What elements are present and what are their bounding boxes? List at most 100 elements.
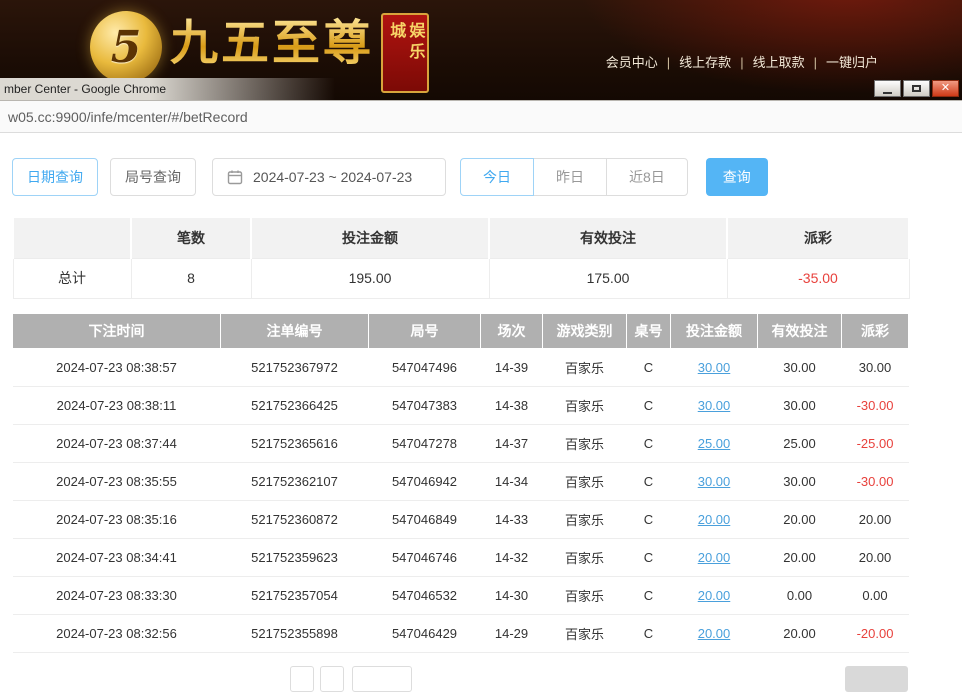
bet-time-cell: 2024-07-23 08:35:16 — [13, 500, 221, 538]
maximize-button[interactable] — [903, 80, 930, 97]
table-number-cell: C — [627, 386, 671, 424]
bet-amount-cell[interactable]: 20.00 — [671, 538, 758, 576]
search-button[interactable]: 查询 — [706, 158, 768, 196]
records-header-row: 下注时间 注单编号 局号 场次 游戏类别 桌号 投注金额 有效投注 派彩 — [13, 313, 909, 348]
valid-bet-cell: 30.00 — [758, 386, 842, 424]
summary-count-value: 8 — [131, 258, 251, 298]
table-number-cell: C — [627, 424, 671, 462]
minimize-icon — [883, 92, 892, 94]
date-range-value: 2024-07-23 ~ 2024-07-23 — [253, 169, 412, 185]
order-number-cell: 521752366425 — [221, 386, 369, 424]
summary-bet-amount-value: 195.00 — [251, 258, 489, 298]
minimize-button[interactable] — [874, 80, 901, 97]
pagination-prev-button[interactable] — [290, 666, 314, 692]
filter-toolbar: 日期查询 局号查询 2024-07-23 ~ 2024-07-23 今日 昨日 … — [12, 158, 962, 196]
col-header-order-number: 注单编号 — [221, 313, 369, 348]
game-type-cell: 百家乐 — [543, 500, 627, 538]
valid-bet-cell: 30.00 — [758, 462, 842, 500]
game-type-cell: 百家乐 — [543, 348, 627, 386]
table-number-cell: C — [627, 500, 671, 538]
bet-amount-cell[interactable]: 30.00 — [671, 462, 758, 500]
table-number-cell: C — [627, 576, 671, 614]
round-number-cell: 547047383 — [369, 386, 481, 424]
game-type-cell: 百家乐 — [543, 386, 627, 424]
pagination — [0, 666, 962, 676]
nav-online-deposit[interactable]: 线上存款 — [679, 55, 731, 70]
yesterday-button[interactable]: 昨日 — [533, 158, 607, 196]
summary-header-count: 笔数 — [131, 217, 251, 258]
valid-bet-cell: 20.00 — [758, 500, 842, 538]
pagination-size-select[interactable] — [352, 666, 412, 692]
brand-numeral: 5 — [111, 22, 142, 73]
close-button[interactable]: ✕ — [932, 80, 959, 97]
pagination-info — [845, 666, 908, 692]
bet-record-row: 2024-07-23 08:37:44521752365616547047278… — [13, 424, 909, 462]
col-header-payout: 派彩 — [842, 313, 909, 348]
order-number-cell: 521752357054 — [221, 576, 369, 614]
page-url: w05.cc:9900/infe/mcenter/#/betRecord — [8, 109, 248, 125]
round-number-cell: 547046746 — [369, 538, 481, 576]
session-cell: 14-30 — [481, 576, 543, 614]
valid-bet-cell: 30.00 — [758, 348, 842, 386]
payout-cell: -25.00 — [842, 424, 909, 462]
bet-time-cell: 2024-07-23 08:34:41 — [13, 538, 221, 576]
nav-online-withdraw[interactable]: 线上取款 — [753, 55, 805, 70]
bet-time-cell: 2024-07-23 08:38:57 — [13, 348, 221, 386]
game-type-cell: 百家乐 — [543, 462, 627, 500]
date-range-input[interactable]: 2024-07-23 ~ 2024-07-23 — [212, 158, 446, 196]
col-header-table-number: 桌号 — [627, 313, 671, 348]
bet-amount-cell[interactable]: 20.00 — [671, 614, 758, 652]
summary-valid-bet-value: 175.00 — [489, 258, 727, 298]
payout-cell: 20.00 — [842, 538, 909, 576]
last-8-days-button[interactable]: 近8日 — [606, 158, 688, 196]
game-type-cell: 百家乐 — [543, 576, 627, 614]
calendar-icon — [227, 169, 243, 185]
nav-one-key-transfer[interactable]: 一键归户 — [826, 55, 878, 70]
url-bar: w05.cc:9900/infe/mcenter/#/betRecord — [0, 100, 962, 133]
order-number-cell: 521752360872 — [221, 500, 369, 538]
bet-amount-cell[interactable]: 30.00 — [671, 348, 758, 386]
session-cell: 14-29 — [481, 614, 543, 652]
bet-amount-cell[interactable]: 30.00 — [671, 386, 758, 424]
summary-header-payout: 派彩 — [727, 217, 909, 258]
date-query-tab[interactable]: 日期查询 — [12, 158, 98, 196]
pagination-page-button[interactable] — [320, 666, 344, 692]
game-type-cell: 百家乐 — [543, 614, 627, 652]
valid-bet-cell: 20.00 — [758, 538, 842, 576]
bet-amount-cell[interactable]: 20.00 — [671, 500, 758, 538]
round-number-cell: 547046849 — [369, 500, 481, 538]
payout-cell: 0.00 — [842, 576, 909, 614]
col-header-bet-amount: 投注金额 — [671, 313, 758, 348]
session-cell: 14-37 — [481, 424, 543, 462]
content-area: 日期查询 局号查询 2024-07-23 ~ 2024-07-23 今日 昨日 … — [0, 133, 962, 676]
bet-amount-cell[interactable]: 20.00 — [671, 576, 758, 614]
session-cell: 14-32 — [481, 538, 543, 576]
round-number-cell: 547047496 — [369, 348, 481, 386]
round-query-tab[interactable]: 局号查询 — [110, 158, 196, 196]
bet-record-row: 2024-07-23 08:38:57521752367972547047496… — [13, 348, 909, 386]
col-header-valid-bet: 有效投注 — [758, 313, 842, 348]
table-number-cell: C — [627, 614, 671, 652]
bet-time-cell: 2024-07-23 08:37:44 — [13, 424, 221, 462]
bet-time-cell: 2024-07-23 08:32:56 — [13, 614, 221, 652]
round-number-cell: 547046429 — [369, 614, 481, 652]
bet-records-table: 下注时间 注单编号 局号 场次 游戏类别 桌号 投注金额 有效投注 派彩 202… — [12, 313, 909, 653]
top-nav: 会员中心|线上存款|线上取款|一键归户 — [606, 52, 878, 71]
bet-record-row: 2024-07-23 08:35:55521752362107547046942… — [13, 462, 909, 500]
window-controls: ✕ — [874, 80, 959, 97]
today-button[interactable]: 今日 — [460, 158, 534, 196]
nav-separator: | — [667, 55, 670, 70]
session-cell: 14-39 — [481, 348, 543, 386]
bet-amount-cell[interactable]: 25.00 — [671, 424, 758, 462]
game-type-cell: 百家乐 — [543, 424, 627, 462]
order-number-cell: 521752355898 — [221, 614, 369, 652]
nav-member-center[interactable]: 会员中心 — [606, 55, 658, 70]
summary-header-bet-amount: 投注金额 — [251, 217, 489, 258]
payout-cell: -20.00 — [842, 614, 909, 652]
order-number-cell: 521752362107 — [221, 462, 369, 500]
brand-emblem-icon: 5 — [90, 11, 162, 83]
round-number-cell: 547046942 — [369, 462, 481, 500]
valid-bet-cell: 25.00 — [758, 424, 842, 462]
valid-bet-cell: 0.00 — [758, 576, 842, 614]
order-number-cell: 521752367972 — [221, 348, 369, 386]
